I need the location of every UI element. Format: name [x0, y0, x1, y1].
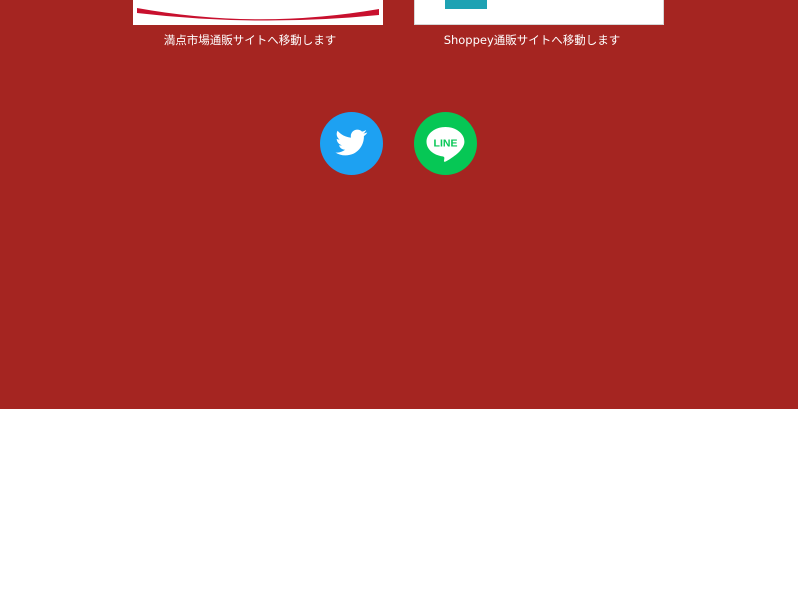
line-logo-label: LINE — [434, 138, 458, 150]
manten-ichiba-logo — [137, 8, 379, 21]
shoppey-caption: Shoppey通販サイトへ移動します — [443, 33, 621, 47]
line-logo-icon: LINE — [426, 127, 465, 162]
manten-ichiba-banner-link[interactable] — [133, 0, 383, 25]
shoppey-logo — [445, 0, 487, 9]
site-footer: 満点市場通販サイトへ移動します Shoppey通販サイトへ移動します LINE — [0, 0, 798, 409]
twitter-bird-icon — [335, 129, 368, 156]
shoppey-banner-link[interactable] — [414, 0, 664, 25]
line-link[interactable]: LINE — [414, 112, 477, 175]
manten-ichiba-caption: 満点市場通販サイトへ移動します — [163, 33, 337, 47]
twitter-link[interactable] — [320, 112, 383, 175]
